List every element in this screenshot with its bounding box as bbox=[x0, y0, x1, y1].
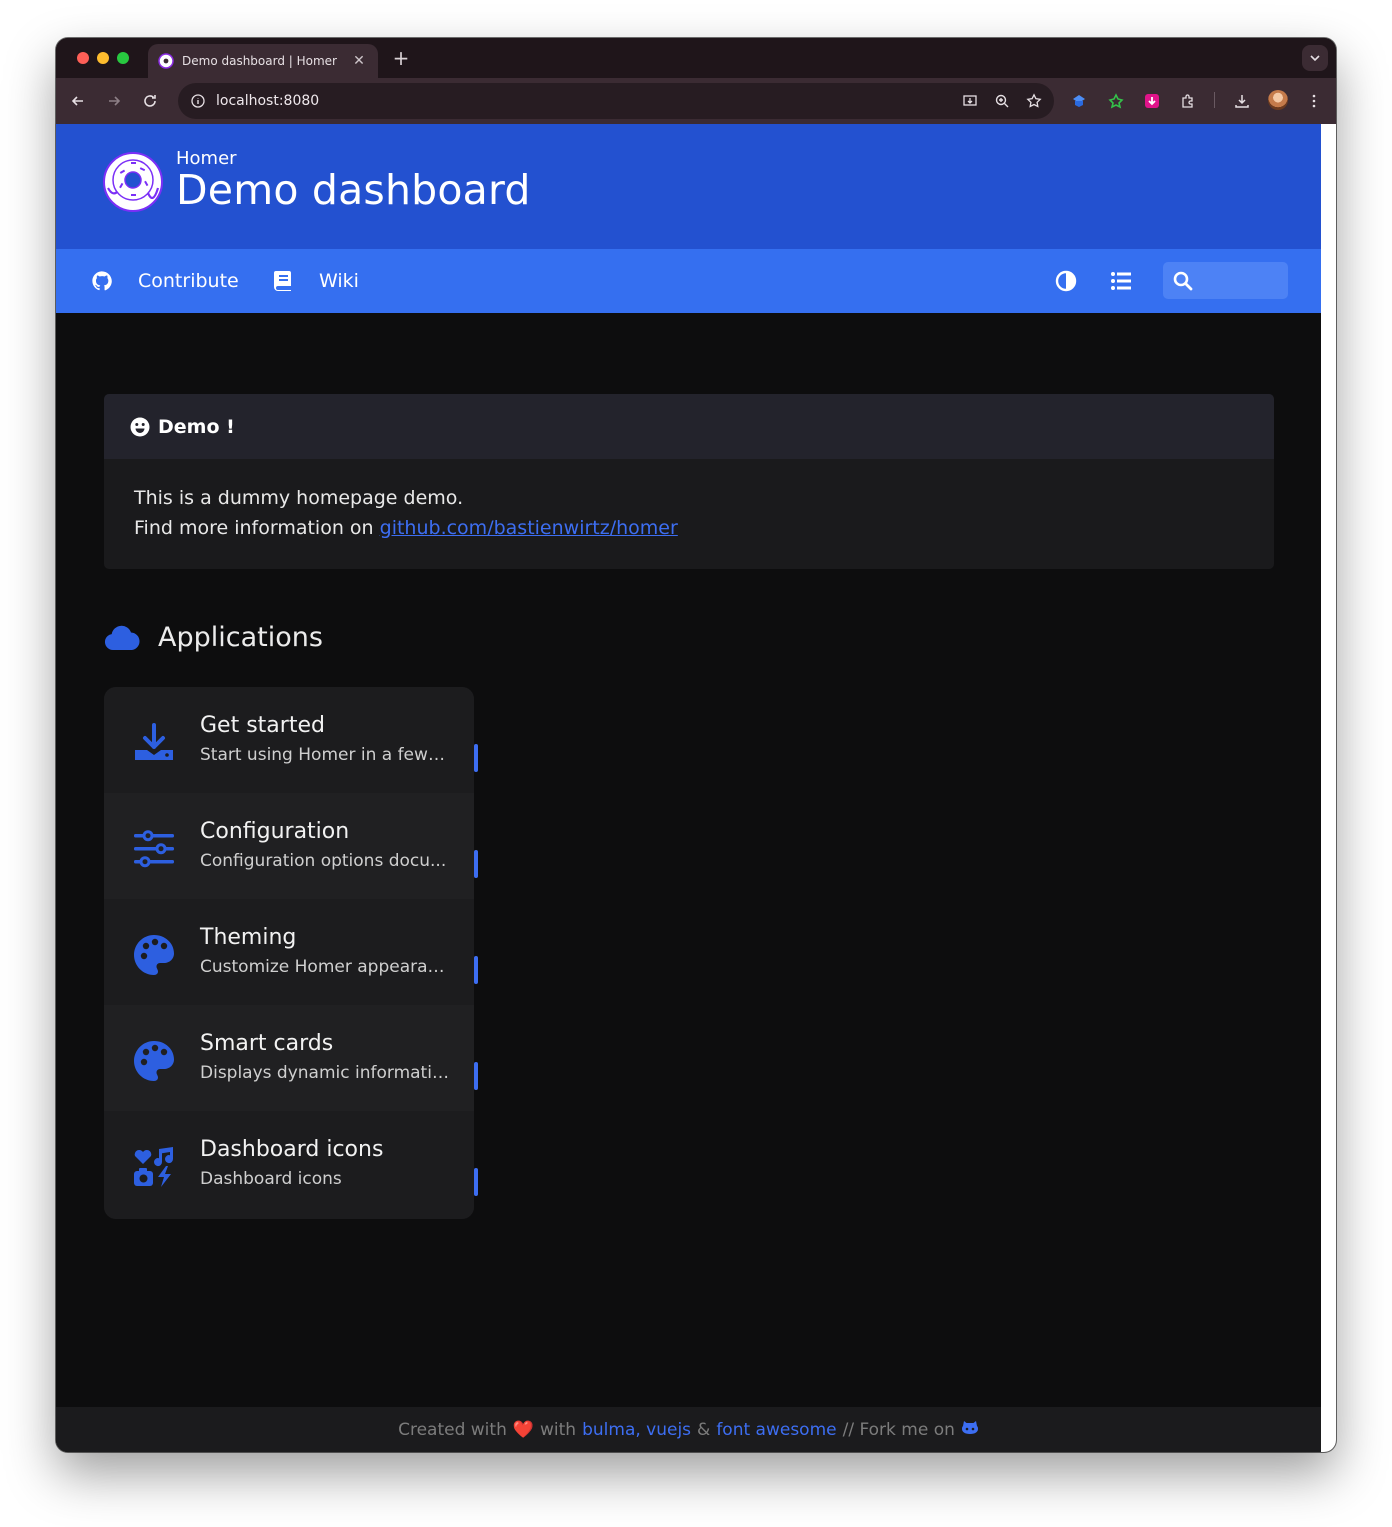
card-accent bbox=[474, 1062, 478, 1090]
forward-button[interactable] bbox=[102, 89, 126, 113]
card-title: Configuration bbox=[200, 819, 350, 844]
card-accent bbox=[474, 1168, 478, 1196]
extension-3-icon[interactable] bbox=[1140, 89, 1164, 113]
tab-close-icon[interactable]: ✕ bbox=[350, 53, 368, 69]
group-name: Applications bbox=[158, 622, 323, 653]
card-subtitle: Dashboard icons bbox=[200, 1169, 342, 1189]
card-theming[interactable]: Theming Customize Homer appearan... bbox=[104, 899, 478, 1005]
homer-favicon-icon bbox=[158, 53, 174, 69]
message-line-1: This is a dummy homepage demo. bbox=[134, 487, 464, 509]
palette-icon bbox=[132, 1039, 176, 1083]
github-homer-link[interactable]: github.com/bastienwirtz/homer bbox=[380, 517, 678, 539]
address-bar[interactable]: localhost:8080 bbox=[178, 83, 1054, 119]
homer-logo-icon bbox=[103, 152, 163, 212]
reload-button[interactable] bbox=[138, 89, 162, 113]
downloads-icon[interactable] bbox=[1230, 89, 1254, 113]
message-title: Demo ! bbox=[158, 415, 235, 438]
contribute-link[interactable]: Contribute bbox=[90, 249, 239, 313]
tab-title: Demo dashboard | Homer bbox=[182, 54, 337, 68]
arrow-right-icon bbox=[109, 96, 121, 106]
card-subtitle: Start using Homer in a few … bbox=[200, 745, 450, 765]
card-subtitle: Displays dynamic informatio... bbox=[200, 1063, 450, 1083]
message-body: This is a dummy homepage demo. Find more… bbox=[104, 459, 1274, 567]
card-dashboard-icons[interactable]: Dashboard icons Dashboard icons bbox=[104, 1111, 478, 1219]
book-icon bbox=[271, 269, 295, 293]
footer-created-with: Created with bbox=[398, 1419, 507, 1440]
new-tab-button[interactable]: + bbox=[390, 46, 412, 70]
card-accent bbox=[474, 744, 478, 772]
card-subtitle: Customize Homer appearan... bbox=[200, 957, 450, 977]
browser-menu-icon[interactable] bbox=[1302, 89, 1326, 113]
wiki-label: Wiki bbox=[319, 270, 359, 292]
search-box[interactable] bbox=[1163, 262, 1288, 299]
extension-1-icon[interactable] bbox=[1067, 89, 1091, 113]
footer-fork: // Fork me on bbox=[842, 1419, 955, 1440]
url-text: localhost:8080 bbox=[216, 93, 320, 109]
bulma-vuejs-link[interactable]: bulma, vuejs bbox=[582, 1420, 691, 1440]
contrast-icon bbox=[1055, 270, 1077, 292]
tab-strip: Demo dashboard | Homer ✕ + bbox=[56, 38, 1336, 78]
profile-avatar[interactable] bbox=[1268, 90, 1288, 110]
tab-search-button[interactable] bbox=[1302, 45, 1328, 71]
footer-amp: & bbox=[697, 1419, 711, 1440]
close-window-button[interactable] bbox=[77, 52, 89, 64]
info-icon bbox=[191, 94, 205, 108]
card-title: Smart cards bbox=[200, 1031, 334, 1056]
github-icon bbox=[90, 269, 114, 293]
page-header: Homer Demo dashboard bbox=[56, 124, 1321, 249]
page-viewport: Homer Demo dashboard Contribute Wiki Dem… bbox=[56, 124, 1321, 1452]
browser-window: Demo dashboard | Homer ✕ + localhost:808… bbox=[56, 38, 1336, 1452]
palette-icon bbox=[132, 933, 176, 977]
bookmark-star-icon[interactable] bbox=[1022, 89, 1046, 113]
card-smart-cards[interactable]: Smart cards Displays dynamic informatio.… bbox=[104, 1005, 478, 1111]
font-awesome-link[interactable]: font awesome bbox=[716, 1420, 836, 1440]
page-title: Demo dashboard bbox=[176, 166, 531, 214]
chevron-down-icon bbox=[1310, 55, 1320, 62]
toolbar-separator bbox=[1214, 92, 1215, 108]
install-app-icon[interactable] bbox=[958, 89, 982, 113]
extension-2-icon[interactable] bbox=[1104, 89, 1128, 113]
arrow-left-icon bbox=[71, 96, 83, 106]
message-line-2-prefix: Find more information on bbox=[134, 517, 380, 539]
browser-tab[interactable]: Demo dashboard | Homer ✕ bbox=[148, 44, 378, 78]
extensions-puzzle-icon[interactable] bbox=[1176, 89, 1200, 113]
icons-icon bbox=[132, 1145, 176, 1189]
footer-with: with bbox=[540, 1419, 577, 1440]
applications-card-list: Get started Start using Homer in a few …… bbox=[104, 687, 478, 1219]
back-button[interactable] bbox=[66, 89, 90, 113]
message-line-2: Find more information on github.com/bast… bbox=[134, 513, 1244, 543]
smile-icon bbox=[130, 417, 150, 436]
card-accent bbox=[474, 850, 478, 878]
layout-toggle-button[interactable] bbox=[1109, 269, 1133, 293]
browser-toolbar: localhost:8080 bbox=[56, 78, 1336, 124]
card-subtitle: Configuration options docu... bbox=[200, 851, 447, 871]
theme-toggle-button[interactable] bbox=[1054, 269, 1078, 293]
card-get-started[interactable]: Get started Start using Homer in a few … bbox=[104, 687, 478, 793]
wiki-link[interactable]: Wiki bbox=[271, 249, 359, 313]
scrollbar[interactable] bbox=[1321, 124, 1336, 1452]
download-icon bbox=[132, 721, 176, 765]
message-header: Demo ! bbox=[104, 394, 1274, 459]
github-octocat-icon[interactable] bbox=[961, 1419, 979, 1440]
heart-icon: ❤️ bbox=[512, 1419, 535, 1440]
list-icon bbox=[1111, 272, 1131, 290]
page-footer: Created with ❤️ with bulma, vuejs & font… bbox=[56, 1407, 1321, 1452]
reload-icon bbox=[144, 95, 156, 107]
demo-message: Demo ! This is a dummy homepage demo. Fi… bbox=[104, 394, 1274, 569]
card-title: Dashboard icons bbox=[200, 1137, 384, 1162]
card-title: Theming bbox=[200, 925, 297, 950]
maximize-window-button[interactable] bbox=[117, 52, 129, 64]
card-accent bbox=[474, 956, 478, 984]
zoom-icon[interactable] bbox=[990, 89, 1014, 113]
card-configuration[interactable]: Configuration Configuration options docu… bbox=[104, 793, 478, 899]
cloud-icon bbox=[104, 623, 140, 653]
applications-group-title: Applications bbox=[104, 622, 323, 653]
navbar: Contribute Wiki bbox=[56, 249, 1321, 313]
search-icon bbox=[1173, 271, 1193, 290]
search-input[interactable] bbox=[1201, 270, 1281, 291]
contribute-label: Contribute bbox=[138, 270, 239, 292]
card-title: Get started bbox=[200, 713, 325, 738]
minimize-window-button[interactable] bbox=[97, 52, 109, 64]
sliders-icon bbox=[132, 827, 176, 871]
